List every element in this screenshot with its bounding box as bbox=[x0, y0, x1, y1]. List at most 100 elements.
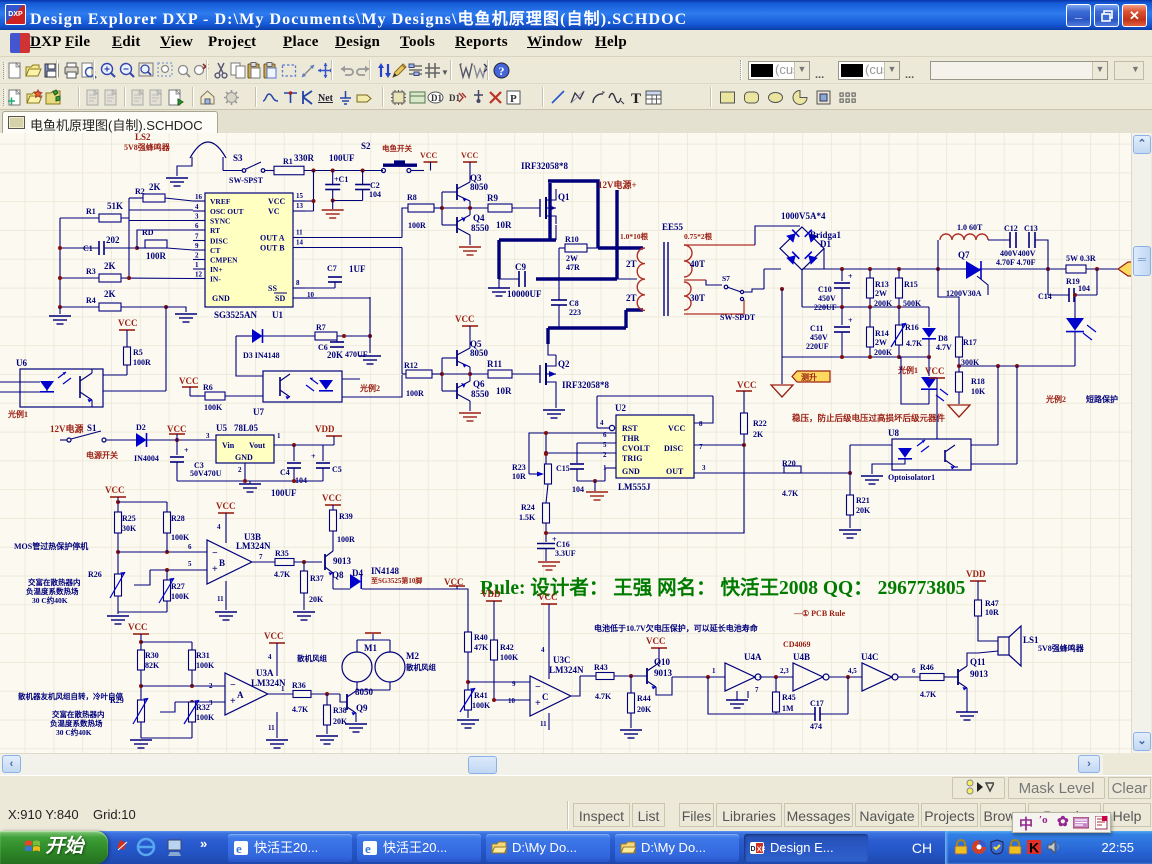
svg-text:8550: 8550 bbox=[471, 223, 490, 233]
svg-text:4: 4 bbox=[600, 419, 604, 427]
svg-text:U3A: U3A bbox=[256, 668, 274, 678]
svg-text:LS2: LS2 bbox=[135, 133, 151, 142]
svg-text:47K: 47K bbox=[474, 643, 489, 652]
svg-text:LM555J: LM555J bbox=[618, 482, 651, 492]
svg-text:VCC: VCC bbox=[737, 380, 757, 390]
svg-text:R41: R41 bbox=[474, 691, 488, 700]
svg-text:104: 104 bbox=[1078, 284, 1090, 293]
svg-text:C14: C14 bbox=[1038, 292, 1052, 301]
svg-text:100UF: 100UF bbox=[271, 488, 297, 498]
svg-text:30T: 30T bbox=[690, 293, 705, 303]
svg-text:Q7: Q7 bbox=[958, 250, 970, 260]
svg-text:+: + bbox=[535, 698, 541, 709]
svg-text:R46: R46 bbox=[920, 663, 934, 672]
svg-text:A: A bbox=[237, 690, 244, 700]
svg-text:C15: C15 bbox=[556, 464, 570, 473]
svg-text:R32: R32 bbox=[196, 703, 210, 712]
svg-text:VCC: VCC bbox=[167, 424, 187, 434]
svg-text:K: K bbox=[1029, 840, 1039, 856]
svg-text:10R: 10R bbox=[512, 472, 526, 481]
svg-text:负温度系数热场: 负温度系数热场 bbox=[26, 586, 79, 596]
svg-text:VCC: VCC bbox=[118, 318, 138, 328]
svg-text:C16: C16 bbox=[556, 540, 570, 549]
svg-text:4: 4 bbox=[217, 523, 221, 531]
svg-text:R17: R17 bbox=[963, 338, 977, 347]
svg-text:R9: R9 bbox=[487, 193, 498, 203]
svg-text:LM324N: LM324N bbox=[236, 541, 271, 551]
svg-text:11: 11 bbox=[268, 724, 275, 732]
svg-text:1: 1 bbox=[277, 432, 281, 440]
svg-text:30 C约40K: 30 C约40K bbox=[32, 595, 68, 605]
svg-text:2W: 2W bbox=[875, 289, 887, 298]
svg-text:51K: 51K bbox=[107, 201, 123, 211]
svg-text:2W: 2W bbox=[566, 254, 578, 263]
svg-text:VDD: VDD bbox=[481, 589, 501, 599]
svg-text:R1: R1 bbox=[283, 157, 293, 166]
svg-text:DISC: DISC bbox=[664, 444, 683, 453]
svg-text:R38: R38 bbox=[333, 706, 347, 715]
svg-text:光例1: 光例1 bbox=[7, 409, 28, 419]
svg-text:RST: RST bbox=[622, 424, 638, 433]
svg-text:8550: 8550 bbox=[471, 389, 490, 399]
svg-text:VCC: VCC bbox=[128, 622, 148, 632]
svg-text:VCC: VCC bbox=[538, 592, 558, 602]
svg-text:+: + bbox=[848, 272, 853, 281]
svg-text:测升: 测升 bbox=[801, 372, 817, 382]
svg-text:30 C约40K: 30 C约40K bbox=[56, 727, 92, 737]
svg-text:15: 15 bbox=[296, 192, 304, 200]
svg-text:3: 3 bbox=[195, 213, 199, 221]
svg-text:R6: R6 bbox=[203, 383, 213, 392]
svg-text:100R: 100R bbox=[146, 251, 167, 261]
svg-text:1: 1 bbox=[195, 261, 199, 269]
svg-text:9013: 9013 bbox=[654, 668, 673, 678]
svg-text:+: + bbox=[184, 446, 189, 455]
svg-text:Optoisolator1: Optoisolator1 bbox=[888, 473, 935, 482]
svg-text:R28: R28 bbox=[171, 514, 185, 523]
svg-text:223: 223 bbox=[569, 308, 581, 317]
svg-text:4,5: 4,5 bbox=[848, 667, 857, 675]
svg-text:U5: U5 bbox=[216, 423, 227, 433]
svg-text:202: 202 bbox=[106, 235, 120, 245]
svg-text:SYNC: SYNC bbox=[210, 217, 230, 226]
svg-text:IRF32058*8: IRF32058*8 bbox=[521, 161, 568, 171]
svg-text:C5: C5 bbox=[332, 465, 342, 474]
svg-text:C8: C8 bbox=[569, 299, 579, 308]
svg-text:10R: 10R bbox=[496, 386, 512, 396]
svg-text:Vin: Vin bbox=[222, 441, 235, 450]
svg-text:EE55: EE55 bbox=[662, 222, 684, 232]
svg-text:VC: VC bbox=[268, 207, 280, 216]
svg-text:2: 2 bbox=[195, 252, 199, 260]
svg-text:R30: R30 bbox=[145, 651, 159, 660]
svg-text:T: T bbox=[631, 91, 641, 107]
svg-text:SW-SPDT: SW-SPDT bbox=[720, 313, 756, 322]
svg-text:6: 6 bbox=[188, 543, 192, 551]
svg-text:R2: R2 bbox=[135, 187, 145, 196]
svg-text:100R: 100R bbox=[337, 535, 355, 544]
svg-text:100R: 100R bbox=[406, 389, 424, 398]
svg-text:LS1: LS1 bbox=[1023, 635, 1039, 645]
svg-text:1.0*10根: 1.0*10根 bbox=[620, 231, 649, 241]
svg-text:GND: GND bbox=[212, 294, 230, 303]
svg-text:11: 11 bbox=[217, 595, 224, 603]
svg-text:1UF: 1UF bbox=[349, 264, 366, 274]
svg-text:VCC: VCC bbox=[322, 493, 342, 503]
svg-text:S1: S1 bbox=[87, 423, 97, 433]
svg-text:7: 7 bbox=[259, 553, 263, 561]
svg-text:400V400V: 400V400V bbox=[1000, 249, 1036, 258]
svg-text:S7: S7 bbox=[722, 274, 730, 283]
svg-text:THR: THR bbox=[622, 434, 640, 443]
svg-text:6: 6 bbox=[195, 222, 199, 230]
svg-text:12: 12 bbox=[195, 271, 203, 279]
svg-text:D8: D8 bbox=[938, 334, 948, 343]
svg-text:SG3525AN: SG3525AN bbox=[214, 310, 258, 320]
svg-text:RT: RT bbox=[210, 226, 220, 235]
svg-text:10R: 10R bbox=[496, 220, 512, 230]
svg-text:4.70F 4.70F: 4.70F 4.70F bbox=[996, 258, 1036, 267]
svg-text:6: 6 bbox=[912, 667, 916, 675]
svg-text:2T: 2T bbox=[626, 259, 637, 269]
svg-text:Q8: Q8 bbox=[332, 570, 344, 580]
svg-text:2K: 2K bbox=[104, 261, 116, 271]
svg-text:U4B: U4B bbox=[793, 652, 810, 662]
svg-text:?: ? bbox=[499, 64, 505, 78]
svg-text:C17: C17 bbox=[810, 699, 824, 708]
